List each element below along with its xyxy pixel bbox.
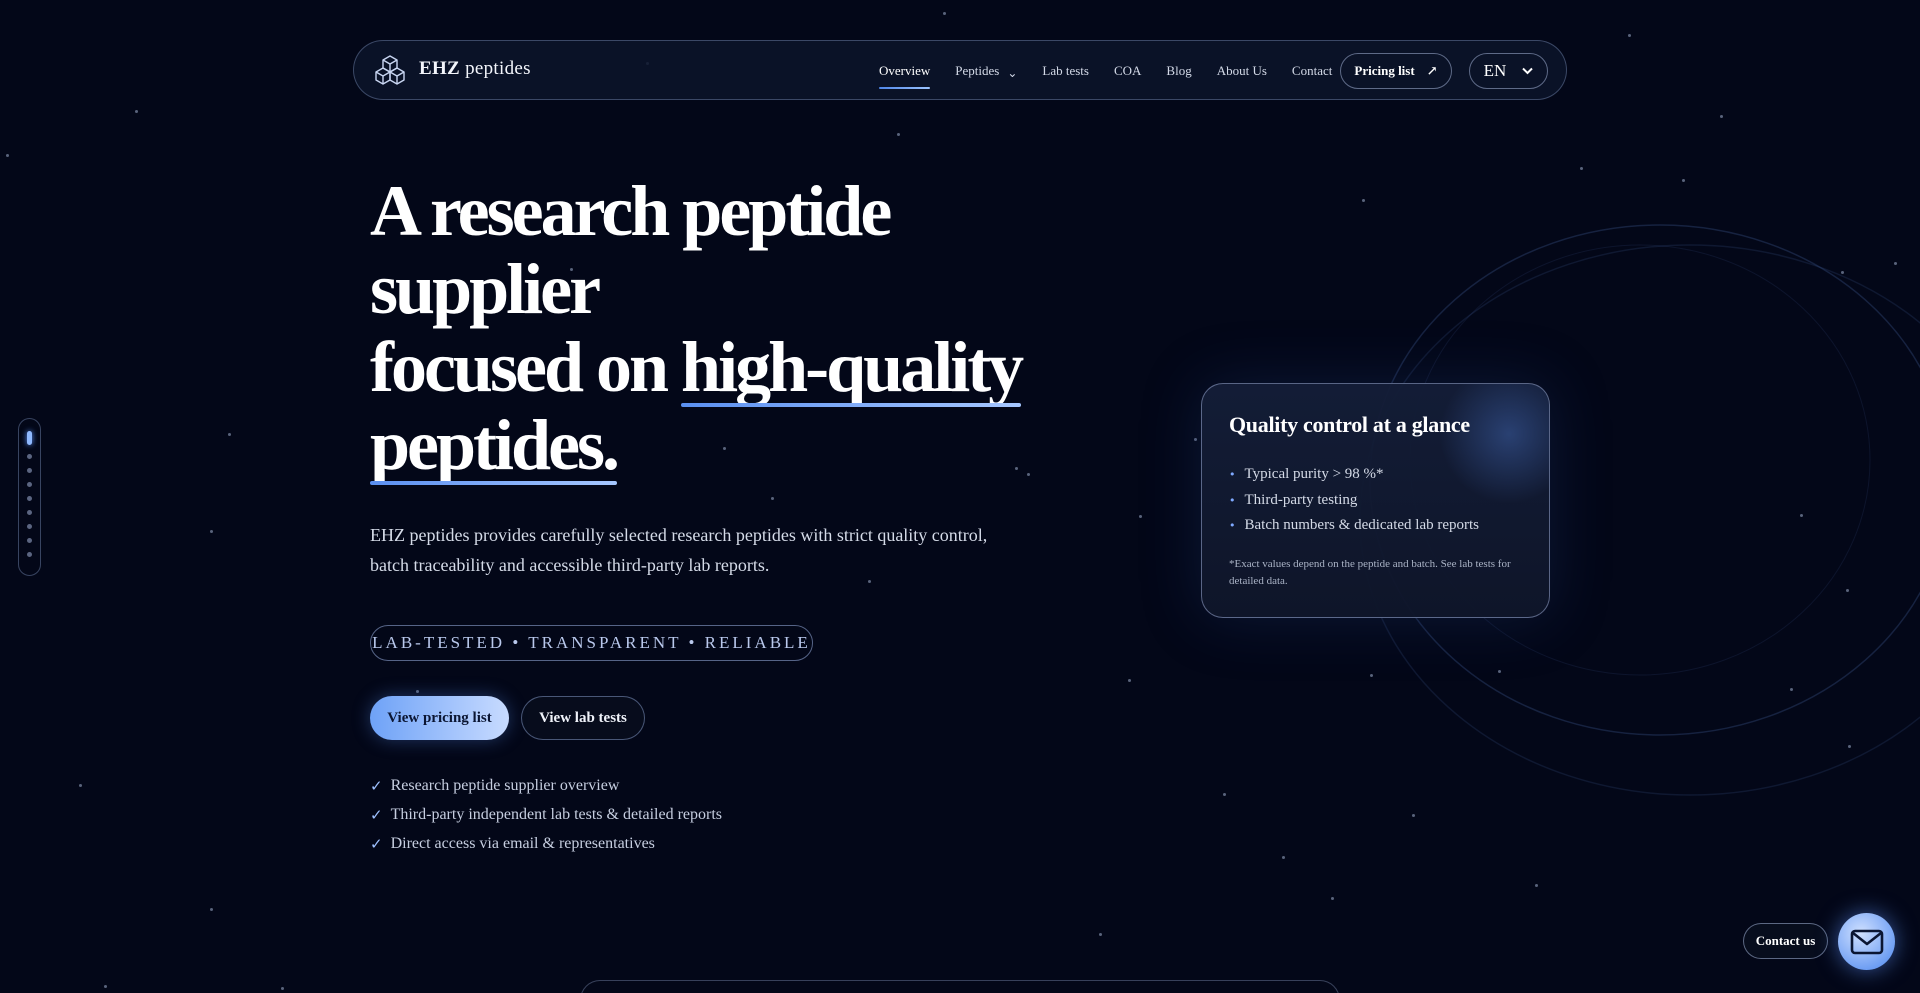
section-dot[interactable] xyxy=(27,552,32,557)
list-item: ✓ Research peptide supplier overview xyxy=(370,776,620,795)
bullet-icon: • xyxy=(1229,493,1236,507)
nav-about-us[interactable]: About Us xyxy=(1217,63,1267,79)
starfield-background xyxy=(0,0,1920,993)
mail-button[interactable] xyxy=(1838,913,1895,970)
chevron-down-icon: ⌄ xyxy=(1007,66,1018,80)
view-pricing-list-button[interactable]: View pricing list xyxy=(370,696,509,740)
nav-lab-tests[interactable]: Lab tests xyxy=(1042,63,1089,79)
contact-us-button[interactable]: Contact us xyxy=(1743,923,1828,959)
language-select[interactable]: EN xyxy=(1469,53,1548,89)
highlight-text: peptides. xyxy=(370,405,620,485)
pricing-list-label: Pricing list xyxy=(1354,63,1415,78)
main-nav: Overview Peptides ⌄ Lab tests COA Blog Ab… xyxy=(879,41,1357,101)
list-item: • Batch numbers & dedicated lab reports xyxy=(1229,517,1480,534)
section-dot[interactable] xyxy=(27,524,32,529)
nav-overview[interactable]: Overview xyxy=(879,63,931,89)
site-header: EHZ peptides Overview Peptides ⌄ Lab test… xyxy=(353,40,1567,100)
quality-control-card: Quality control at a glance • Typical pur… xyxy=(1201,383,1550,618)
arrow-up-right-icon: ↗ xyxy=(1426,63,1438,78)
nav-coa[interactable]: COA xyxy=(1114,63,1141,79)
bullet-icon: • xyxy=(1229,468,1236,482)
nav-contact[interactable]: Contact xyxy=(1292,63,1332,79)
nav-blog[interactable]: Blog xyxy=(1166,63,1191,79)
hero-description: EHZ peptides provides carefully selected… xyxy=(370,525,988,575)
decorative-orbit-rings xyxy=(1359,224,1920,796)
hero-title: A research peptide supplier focused on h… xyxy=(370,171,1024,485)
chevron-down-icon xyxy=(1522,67,1534,75)
section-dot[interactable] xyxy=(27,454,32,459)
section-dot[interactable] xyxy=(27,468,32,473)
card-footnote: *Exact values depend on the peptide and … xyxy=(1229,558,1511,587)
list-item: • Typical purity > 98 %* xyxy=(1229,466,1384,483)
tagline-badge: LAB-TESTED • TRANSPARENT • RELIABLE xyxy=(370,625,813,661)
list-item: ✓ Direct access via email & representati… xyxy=(370,834,655,853)
pricing-list-button[interactable]: Pricing list ↗ xyxy=(1340,53,1452,89)
card-title: Quality control at a glance xyxy=(1229,412,1470,437)
language-label: EN xyxy=(1483,61,1507,80)
highlight-text: high-quality xyxy=(681,327,1024,407)
card-list: • Typical purity > 98 %* • Third-party tes… xyxy=(1229,462,1479,539)
view-lab-tests-button[interactable]: View lab tests xyxy=(521,696,645,740)
section-dot[interactable] xyxy=(27,496,32,501)
check-icon: ✓ xyxy=(370,805,383,824)
brand-name[interactable]: EHZ peptides xyxy=(419,58,531,80)
check-icon: ✓ xyxy=(370,776,383,795)
logo-cubes-icon[interactable] xyxy=(374,54,406,88)
section-dot[interactable] xyxy=(27,431,32,445)
section-dot[interactable] xyxy=(27,538,32,543)
next-section-panel xyxy=(580,980,1340,993)
section-dot[interactable] xyxy=(27,510,32,515)
list-item: ✓ Third-party independent lab tests & de… xyxy=(370,805,723,824)
check-icon: ✓ xyxy=(370,834,383,853)
feature-checklist: ✓ Research peptide supplier overview ✓ T… xyxy=(370,771,722,858)
section-dot[interactable] xyxy=(27,482,32,487)
mail-icon xyxy=(1850,929,1883,954)
list-item: • Third-party testing xyxy=(1229,491,1358,508)
section-nav-rail xyxy=(18,418,41,576)
bullet-icon: • xyxy=(1229,519,1236,533)
nav-peptides[interactable]: Peptides ⌄ xyxy=(955,63,1018,80)
